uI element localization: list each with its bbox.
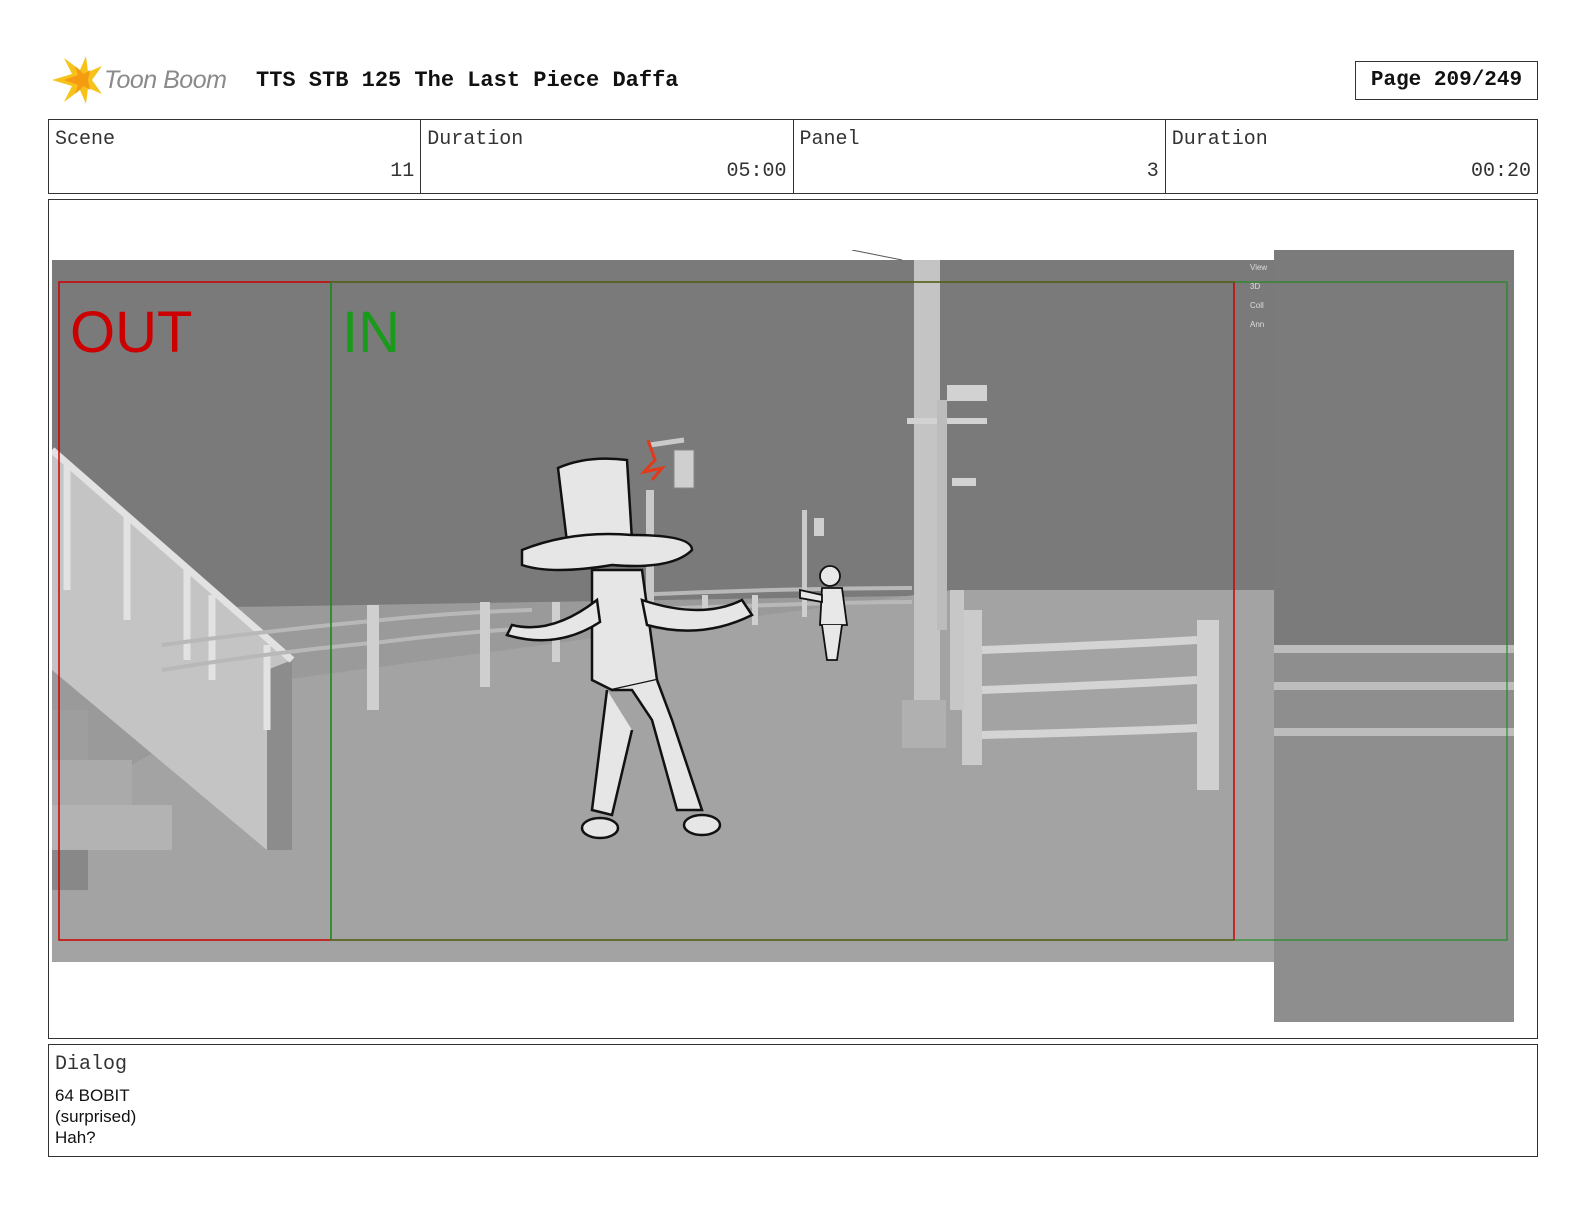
out-label: OUT (70, 300, 192, 365)
panel-value: 3 (1146, 160, 1159, 183)
storyboard-panel-image: View 3D Coll Ann OUT IN (52, 250, 1514, 1022)
scene-value: 11 (390, 160, 415, 183)
scene-label: Scene (55, 128, 116, 151)
starburst-icon (52, 56, 102, 104)
scene-duration-label: Duration (427, 128, 524, 151)
scene-duration-value: 05:00 (726, 160, 787, 183)
page-indicator: Page 209/249 (1355, 61, 1538, 100)
document-title: TTS STB 125 The Last Piece Daffa (256, 68, 679, 93)
info-table: Scene 11 Duration 05:00 Panel 3 Duration… (48, 119, 1538, 194)
scene-duration-cell: Duration 05:00 (421, 120, 794, 193)
dialog-line: (surprised) (55, 1107, 137, 1126)
dialog-line: Hah? (55, 1128, 96, 1147)
toon-boom-logo: Toon Boom (50, 54, 240, 106)
dialog-line: 64 BOBIT (55, 1086, 130, 1105)
dialog-label: Dialog (55, 1053, 128, 1076)
scene-cell: Scene 11 (49, 120, 422, 193)
panel-duration-cell: Duration 00:20 (1166, 120, 1537, 193)
viewport-menu-item: Coll (1250, 301, 1264, 310)
panel-duration-value: 00:20 (1470, 160, 1531, 183)
viewport-menu-item: 3D (1250, 282, 1260, 291)
panel-cell: Panel 3 (794, 120, 1166, 193)
dialog-box: Dialog 64 BOBIT (surprised) Hah? (48, 1044, 1538, 1157)
in-label: IN (342, 300, 400, 365)
panel-label: Panel (799, 128, 860, 151)
panel-duration-label: Duration (1171, 128, 1268, 151)
dialog-text: 64 BOBIT (surprised) Hah? (55, 1085, 136, 1148)
logo-wordmark: Toon Boom (104, 66, 227, 94)
side-viewport-floor (1274, 645, 1514, 1022)
viewport-menu-item: View (1250, 263, 1267, 272)
viewport-menu-item: Ann (1250, 320, 1264, 329)
